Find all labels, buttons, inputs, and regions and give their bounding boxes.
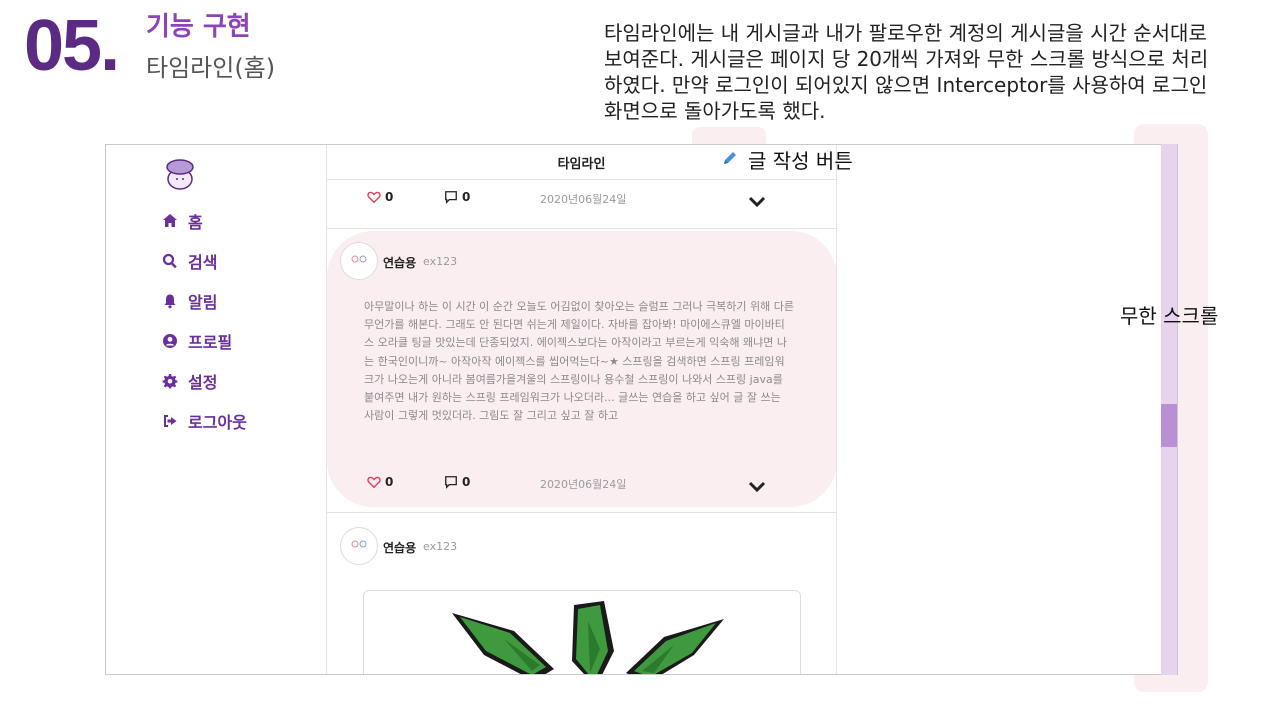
sidebar-item-label: 검색 xyxy=(188,253,218,272)
post-username[interactable]: 연습용 xyxy=(383,254,416,271)
post-username[interactable]: 연습용 xyxy=(383,539,416,556)
chevron-down-icon[interactable] xyxy=(748,481,766,493)
like-button[interactable]: 0 xyxy=(367,475,393,489)
post-userid: ex123 xyxy=(423,540,458,553)
post-divider xyxy=(327,228,836,229)
slide-number: 05. xyxy=(24,6,120,86)
slide-description: 타임라인에는 내 게시글과 내가 팔로우한 계정의 게시글을 시간 순서대로 보… xyxy=(604,21,1209,123)
sidebar-item-notifications[interactable]: 알림 xyxy=(162,289,217,313)
avatar[interactable] xyxy=(340,527,378,565)
slide-title: 기능 구현 xyxy=(146,12,251,42)
avatar-icon xyxy=(351,540,367,548)
sidebar-item-logout[interactable]: 로그아웃 xyxy=(162,409,247,433)
sidebar-item-label: 로그아웃 xyxy=(188,413,247,432)
page-title: 타임라인 xyxy=(557,156,606,172)
chevron-down-icon[interactable] xyxy=(748,196,766,208)
logo-icon[interactable] xyxy=(164,157,196,191)
gear-icon xyxy=(162,374,178,389)
bell-icon xyxy=(164,294,176,309)
search-icon xyxy=(162,253,177,269)
post-divider xyxy=(327,512,836,513)
post-actions: 0 0 2020년06월24일 xyxy=(327,468,836,498)
post-image[interactable] xyxy=(363,590,801,674)
home-icon xyxy=(163,214,177,227)
timeline-feed: 타임라인 0 0 2020년06월24일 연습용 ex123 아무말이나 하는 … xyxy=(327,145,837,674)
sidebar-item-label: 홈 xyxy=(188,213,203,232)
post-userid: ex123 xyxy=(423,255,458,268)
comment-button[interactable]: 0 xyxy=(444,190,470,204)
sidebar-item-home[interactable]: 홈 xyxy=(162,209,203,233)
scrollbar-thumb[interactable] xyxy=(1161,404,1177,447)
sign-out-icon xyxy=(164,415,177,427)
comment-icon xyxy=(445,191,457,204)
post-actions: 0 0 2020년06월24일 xyxy=(327,183,836,213)
heart-icon xyxy=(367,191,381,204)
user-circle-icon xyxy=(163,334,177,348)
sidebar-item-label: 프로필 xyxy=(188,333,233,352)
heart-icon xyxy=(367,476,381,489)
post-date: 2020년06월24일 xyxy=(540,478,627,491)
like-button[interactable]: 0 xyxy=(367,190,393,204)
sidebar-item-label: 설정 xyxy=(188,373,218,392)
sidebar-item-label: 알림 xyxy=(188,293,218,312)
app-window: 홈 검색 알림 프로필 설정 로그아웃 타임라인 0 0 2020년06월24일… xyxy=(105,144,1178,675)
slide-subtitle: 타임라인(홈) xyxy=(146,54,276,82)
comment-button[interactable]: 0 xyxy=(444,475,470,489)
infinite-scroll-callout: 무한 스크롤 xyxy=(1120,304,1219,328)
post-date: 2020년06월24일 xyxy=(540,193,627,206)
comment-icon xyxy=(445,476,457,489)
sidebar-item-profile[interactable]: 프로필 xyxy=(162,329,232,353)
sidebar-item-settings[interactable]: 설정 xyxy=(162,369,217,393)
sidebar-item-search[interactable]: 검색 xyxy=(162,249,217,273)
plant-pixel-image xyxy=(452,601,724,674)
write-button-callout: 글 작성 버튼 xyxy=(748,149,853,173)
avatar-icon xyxy=(351,255,367,263)
avatar[interactable] xyxy=(340,242,378,280)
pencil-icon[interactable] xyxy=(720,148,740,168)
post-content: 아무말이나 하는 이 시간 이 순간 오늘도 어김없이 찾아오는 슬럼프 그러나… xyxy=(364,300,795,423)
sidebar: 홈 검색 알림 프로필 설정 로그아웃 xyxy=(106,145,327,674)
